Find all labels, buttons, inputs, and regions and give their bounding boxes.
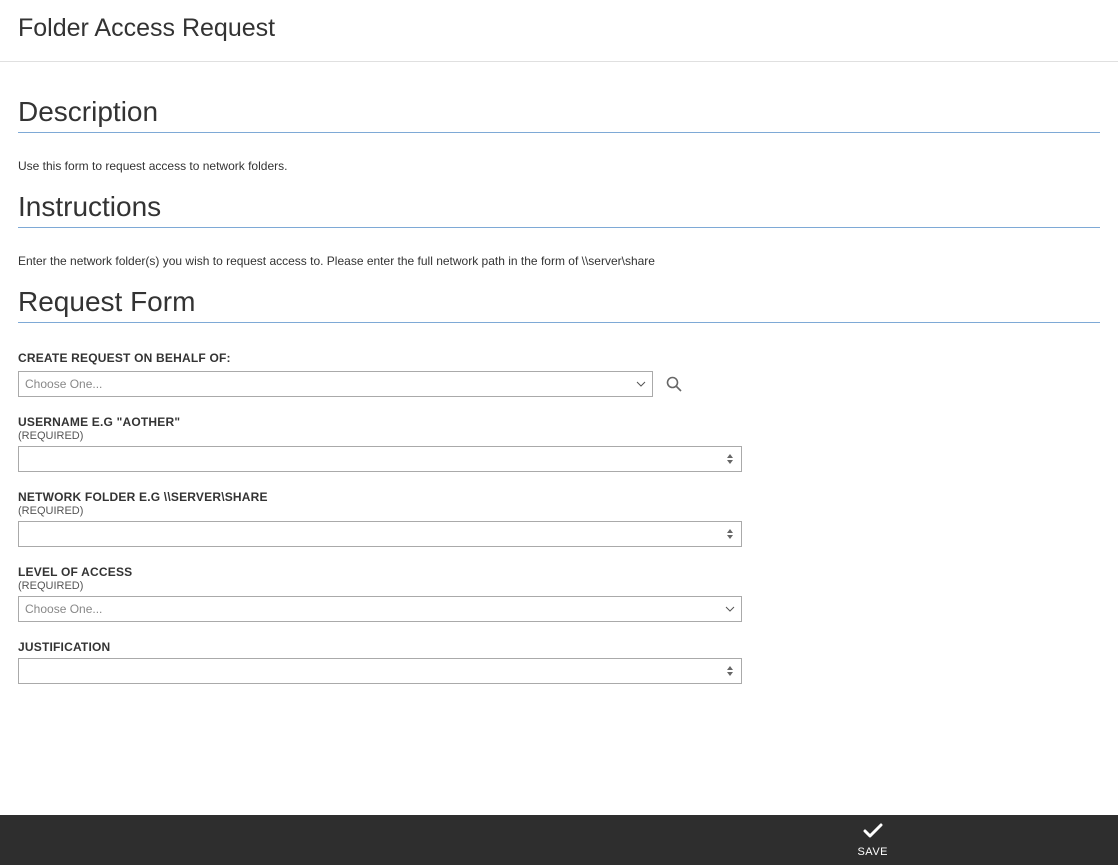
save-label: SAVE <box>857 846 888 858</box>
behalf-of-group: CREATE REQUEST ON BEHALF OF: Choose One.… <box>18 351 1100 397</box>
description-heading: Description <box>18 62 1100 133</box>
stepper-icon <box>727 663 737 679</box>
request-form: CREATE REQUEST ON BEHALF OF: Choose One.… <box>18 323 1100 684</box>
footer-bar: SAVE <box>0 815 1118 865</box>
page-header: Folder Access Request <box>0 0 1118 62</box>
justification-input-wrap <box>18 658 742 684</box>
chevron-down-icon <box>636 379 646 389</box>
search-icon[interactable] <box>665 375 683 393</box>
access-level-select[interactable]: Choose One... <box>18 596 742 622</box>
description-text: Use this form to request access to netwo… <box>18 133 1100 181</box>
justification-input[interactable] <box>25 664 719 678</box>
behalf-of-select[interactable]: Choose One... <box>18 371 653 397</box>
content-area: Description Use this form to request acc… <box>0 62 1118 684</box>
access-level-placeholder: Choose One... <box>25 602 102 616</box>
username-input-wrap <box>18 446 742 472</box>
save-button[interactable]: SAVE <box>857 823 888 858</box>
stepper-icon <box>727 526 737 542</box>
stepper-icon <box>727 451 737 467</box>
network-folder-required: (REQUIRED) <box>18 505 1100 517</box>
instructions-heading: Instructions <box>18 181 1100 228</box>
access-level-label: LEVEL OF ACCESS <box>18 565 1100 579</box>
username-group: USERNAME E.G "AOTHER" (REQUIRED) <box>18 415 1100 472</box>
access-level-required: (REQUIRED) <box>18 580 1100 592</box>
username-input[interactable] <box>25 452 719 466</box>
check-icon <box>863 823 883 842</box>
instructions-text: Enter the network folder(s) you wish to … <box>18 228 1100 276</box>
request-form-heading: Request Form <box>18 276 1100 323</box>
username-required: (REQUIRED) <box>18 430 1100 442</box>
access-level-group: LEVEL OF ACCESS (REQUIRED) Choose One... <box>18 565 1100 622</box>
behalf-of-label: CREATE REQUEST ON BEHALF OF: <box>18 351 1100 365</box>
network-folder-input[interactable] <box>25 527 719 541</box>
page-title: Folder Access Request <box>18 14 1100 43</box>
chevron-down-icon <box>725 604 735 614</box>
username-label: USERNAME E.G "AOTHER" <box>18 415 1100 429</box>
network-folder-input-wrap <box>18 521 742 547</box>
network-folder-group: NETWORK FOLDER E.G \\SERVER\SHARE (REQUI… <box>18 490 1100 547</box>
behalf-of-placeholder: Choose One... <box>25 377 102 391</box>
network-folder-label: NETWORK FOLDER E.G \\SERVER\SHARE <box>18 490 1100 504</box>
justification-group: JUSTIFICATION <box>18 640 1100 684</box>
justification-label: JUSTIFICATION <box>18 640 1100 654</box>
